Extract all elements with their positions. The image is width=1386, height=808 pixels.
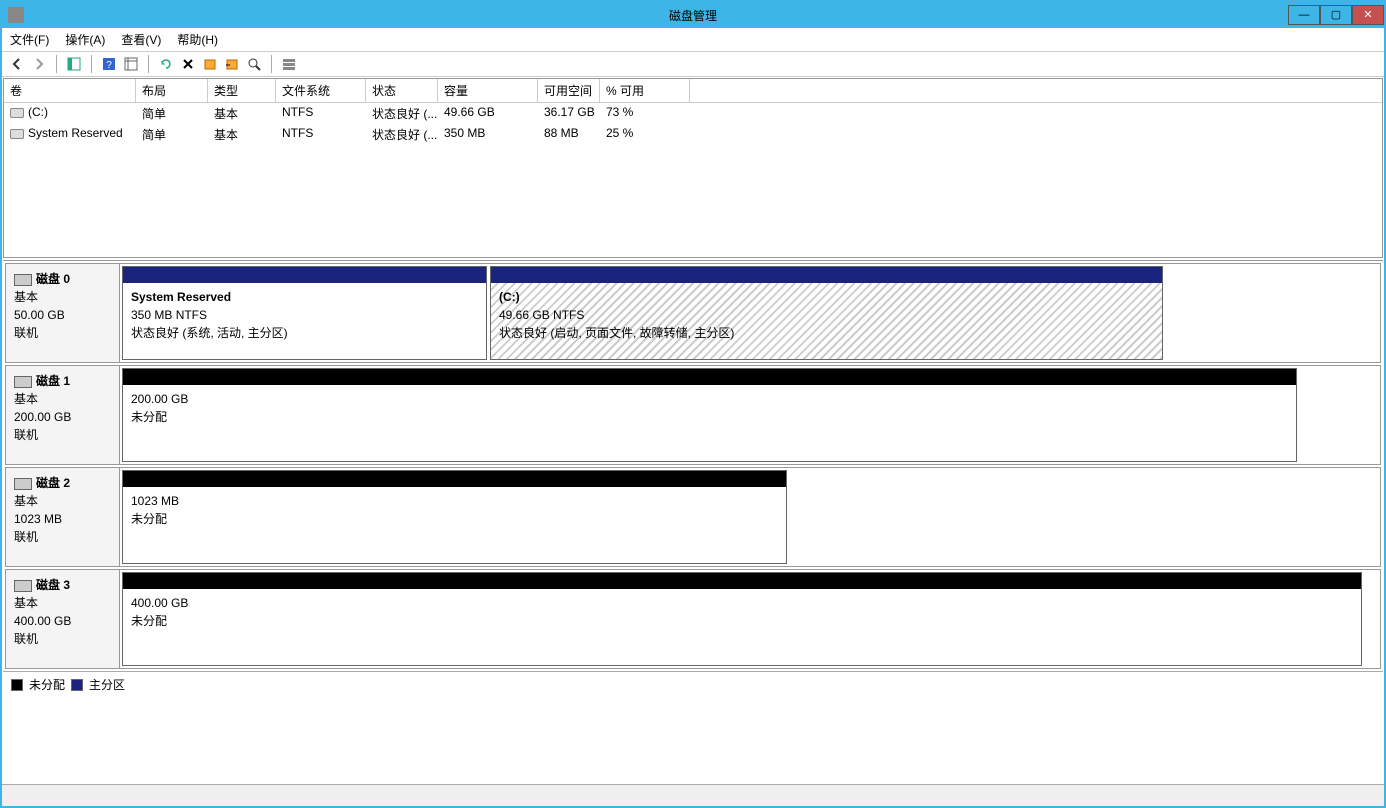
- settings-button[interactable]: [122, 55, 140, 73]
- disk-icon: [14, 274, 32, 286]
- partition-body: 400.00 GB未分配: [123, 589, 1361, 665]
- disk-row[interactable]: 磁盘 3基本400.00 GB联机400.00 GB未分配: [5, 569, 1381, 669]
- svg-text:?: ?: [106, 60, 112, 71]
- properties-button[interactable]: [201, 55, 219, 73]
- forward-button[interactable]: [30, 55, 48, 73]
- partition-body: 200.00 GB未分配: [123, 385, 1296, 461]
- col-status[interactable]: 状态: [366, 79, 438, 102]
- menu-help[interactable]: 帮助(H): [177, 31, 218, 48]
- action-button[interactable]: [223, 55, 241, 73]
- volume-list[interactable]: 卷 布局 类型 文件系统 状态 容量 可用空间 % 可用 (C:) 简单 基本 …: [3, 78, 1383, 258]
- disk-graphic-area[interactable]: 磁盘 0基本50.00 GB联机System Reserved350 MB NT…: [3, 260, 1383, 783]
- volume-header: 卷 布局 类型 文件系统 状态 容量 可用空间 % 可用: [4, 79, 1382, 103]
- partition-bar: [123, 471, 786, 487]
- menu-action[interactable]: 操作(A): [65, 31, 105, 48]
- drive-icon: [10, 108, 24, 118]
- col-free[interactable]: 可用空间: [538, 79, 600, 102]
- menu-view[interactable]: 查看(V): [121, 31, 161, 48]
- search-button[interactable]: [245, 55, 263, 73]
- partition-body: 1023 MB未分配: [123, 487, 786, 563]
- menubar: 文件(F) 操作(A) 查看(V) 帮助(H): [2, 28, 1384, 52]
- minimize-button[interactable]: —: [1288, 5, 1320, 25]
- partition[interactable]: 200.00 GB未分配: [122, 368, 1297, 462]
- window-title: 磁盘管理: [669, 7, 717, 24]
- partition[interactable]: 1023 MB未分配: [122, 470, 787, 564]
- partition-body: (C:)49.66 GB NTFS状态良好 (启动, 页面文件, 故障转储, 主…: [491, 283, 1162, 359]
- partition[interactable]: 400.00 GB未分配: [122, 572, 1362, 666]
- legend-unallocated-swatch: [11, 679, 23, 691]
- col-layout[interactable]: 布局: [136, 79, 208, 102]
- status-bar: [2, 784, 1384, 806]
- volume-row[interactable]: System Reserved 简单 基本 NTFS 状态良好 (... 350…: [4, 124, 1382, 145]
- legend: 未分配 主分区: [3, 671, 1383, 697]
- partition[interactable]: (C:)49.66 GB NTFS状态良好 (启动, 页面文件, 故障转储, 主…: [490, 266, 1163, 360]
- disk-label: 磁盘 0基本50.00 GB联机: [6, 264, 120, 362]
- disk-icon: [14, 478, 32, 490]
- disk-row[interactable]: 磁盘 0基本50.00 GB联机System Reserved350 MB NT…: [5, 263, 1381, 363]
- partition-bar: [123, 267, 486, 283]
- partition-bar: [491, 267, 1162, 283]
- refresh-button[interactable]: [157, 55, 175, 73]
- col-type[interactable]: 类型: [208, 79, 276, 102]
- legend-unallocated-label: 未分配: [29, 676, 65, 693]
- delete-button[interactable]: [179, 55, 197, 73]
- disk-label: 磁盘 3基本400.00 GB联机: [6, 570, 120, 668]
- legend-primary-swatch: [71, 679, 83, 691]
- col-volume[interactable]: 卷: [4, 79, 136, 102]
- disk-label: 磁盘 2基本1023 MB联机: [6, 468, 120, 566]
- partition-body: System Reserved350 MB NTFS状态良好 (系统, 活动, …: [123, 283, 486, 359]
- volume-row[interactable]: (C:) 简单 基本 NTFS 状态良好 (... 49.66 GB 36.17…: [4, 103, 1382, 124]
- partition-bar: [123, 573, 1361, 589]
- help-button[interactable]: ?: [100, 55, 118, 73]
- titlebar[interactable]: 磁盘管理 — ▢ ✕: [2, 2, 1384, 28]
- partition[interactable]: System Reserved350 MB NTFS状态良好 (系统, 活动, …: [122, 266, 487, 360]
- col-pct[interactable]: % 可用: [600, 79, 690, 102]
- col-fs[interactable]: 文件系统: [276, 79, 366, 102]
- drive-icon: [10, 129, 24, 139]
- disk-row[interactable]: 磁盘 1基本200.00 GB联机200.00 GB未分配: [5, 365, 1381, 465]
- disk-row[interactable]: 磁盘 2基本1023 MB联机1023 MB未分配: [5, 467, 1381, 567]
- back-button[interactable]: [8, 55, 26, 73]
- partition-bar: [123, 369, 1296, 385]
- disk-label: 磁盘 1基本200.00 GB联机: [6, 366, 120, 464]
- list-button[interactable]: [280, 55, 298, 73]
- app-icon: [8, 7, 24, 23]
- disk-icon: [14, 580, 32, 592]
- disk-icon: [14, 376, 32, 388]
- col-capacity[interactable]: 容量: [438, 79, 538, 102]
- close-button[interactable]: ✕: [1352, 5, 1384, 25]
- show-hide-button[interactable]: [65, 55, 83, 73]
- maximize-button[interactable]: ▢: [1320, 5, 1352, 25]
- toolbar: ?: [2, 52, 1384, 77]
- legend-primary-label: 主分区: [89, 676, 125, 693]
- menu-file[interactable]: 文件(F): [10, 31, 49, 48]
